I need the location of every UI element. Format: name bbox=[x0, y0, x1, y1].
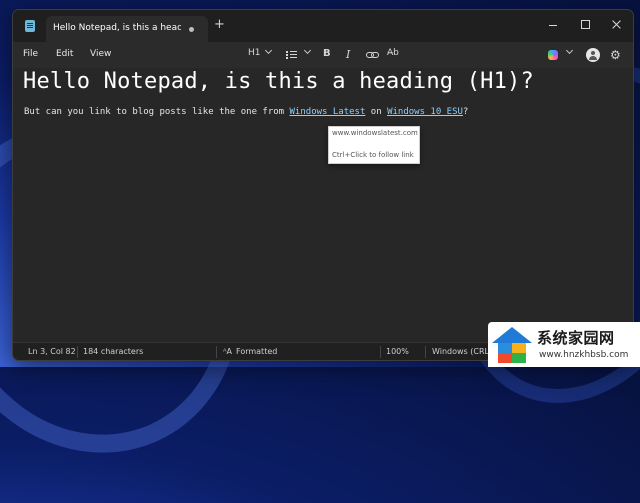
gear-icon[interactable]: ⚙ bbox=[610, 48, 621, 62]
tooltip-hint: Ctrl+Click to follow link bbox=[332, 151, 414, 159]
line-ending[interactable]: Windows (CRL bbox=[432, 347, 489, 356]
notepad-app-icon bbox=[25, 20, 35, 32]
document-heading[interactable]: Hello Notepad, is this a heading (H1)? bbox=[23, 69, 534, 94]
new-tab-button[interactable]: + bbox=[214, 18, 225, 32]
copilot-icon[interactable] bbox=[548, 50, 558, 60]
menu-file[interactable]: File bbox=[23, 49, 38, 59]
list-dropdown-chevron[interactable] bbox=[300, 46, 312, 62]
tooltip-url: www.windowslatest.com bbox=[332, 129, 418, 137]
menu-bar: File Edit View H1 B I A̶b ⚙ bbox=[13, 42, 633, 68]
house-logo-icon bbox=[492, 327, 532, 363]
zoom-level[interactable]: 100% bbox=[386, 347, 409, 356]
unsaved-dot-icon[interactable] bbox=[189, 27, 194, 32]
list-icon[interactable] bbox=[286, 48, 300, 62]
divider bbox=[77, 346, 78, 358]
heading-style-dropdown[interactable]: H1 bbox=[248, 46, 272, 62]
divider bbox=[216, 346, 217, 358]
paragraph-text: But can you link to blog posts like the … bbox=[24, 107, 290, 117]
paragraph-text: ? bbox=[462, 107, 469, 117]
maximize-button[interactable] bbox=[578, 18, 594, 32]
divider bbox=[380, 346, 381, 358]
tab-title: Hello Notepad, is this a heading (H bbox=[53, 23, 181, 33]
watermark-logo: 系统家园网 www.hnzkhbsb.com bbox=[488, 322, 640, 367]
heading-style-label: H1 bbox=[248, 48, 261, 58]
text-editor[interactable]: Hello Notepad, is this a heading (H1)? B… bbox=[13, 68, 633, 342]
divider bbox=[425, 346, 426, 358]
watermark-site-name: 系统家园网 bbox=[537, 329, 615, 347]
title-bar[interactable]: Hello Notepad, is this a heading (H + bbox=[13, 10, 633, 42]
chevron-down-icon bbox=[264, 46, 272, 55]
close-button[interactable] bbox=[609, 18, 625, 32]
document-paragraph[interactable]: But can you link to blog posts like the … bbox=[24, 107, 468, 117]
menu-view[interactable]: View bbox=[90, 49, 111, 59]
chevron-down-icon bbox=[303, 46, 312, 55]
link-windows-latest[interactable]: Windows Latest bbox=[290, 107, 366, 117]
clear-formatting-button[interactable]: A̶b bbox=[387, 48, 399, 62]
link-windows-10-esu[interactable]: Windows 10 ESU bbox=[387, 107, 463, 117]
chevron-down-icon bbox=[565, 46, 574, 55]
format-icon: ᴬA bbox=[223, 347, 232, 356]
cursor-position: Ln 3, Col 82 bbox=[28, 347, 76, 356]
paragraph-text: on bbox=[365, 107, 388, 117]
copilot-dropdown[interactable] bbox=[562, 46, 574, 62]
minimize-button[interactable] bbox=[546, 18, 562, 32]
account-avatar[interactable] bbox=[586, 48, 600, 62]
menu-edit[interactable]: Edit bbox=[56, 49, 73, 59]
character-count: 184 characters bbox=[83, 347, 144, 356]
bold-button[interactable]: B bbox=[323, 48, 331, 62]
watermark-site-url: www.hnzkhbsb.com bbox=[539, 350, 629, 360]
italic-button[interactable]: I bbox=[346, 48, 350, 62]
notepad-window: Hello Notepad, is this a heading (H + Fi… bbox=[12, 9, 634, 361]
format-mode[interactable]: Formatted bbox=[236, 347, 277, 356]
link-tooltip: www.windowslatest.com Ctrl+Click to foll… bbox=[328, 126, 420, 164]
link-icon[interactable] bbox=[366, 48, 380, 62]
document-tab[interactable]: Hello Notepad, is this a heading (H bbox=[46, 16, 208, 42]
